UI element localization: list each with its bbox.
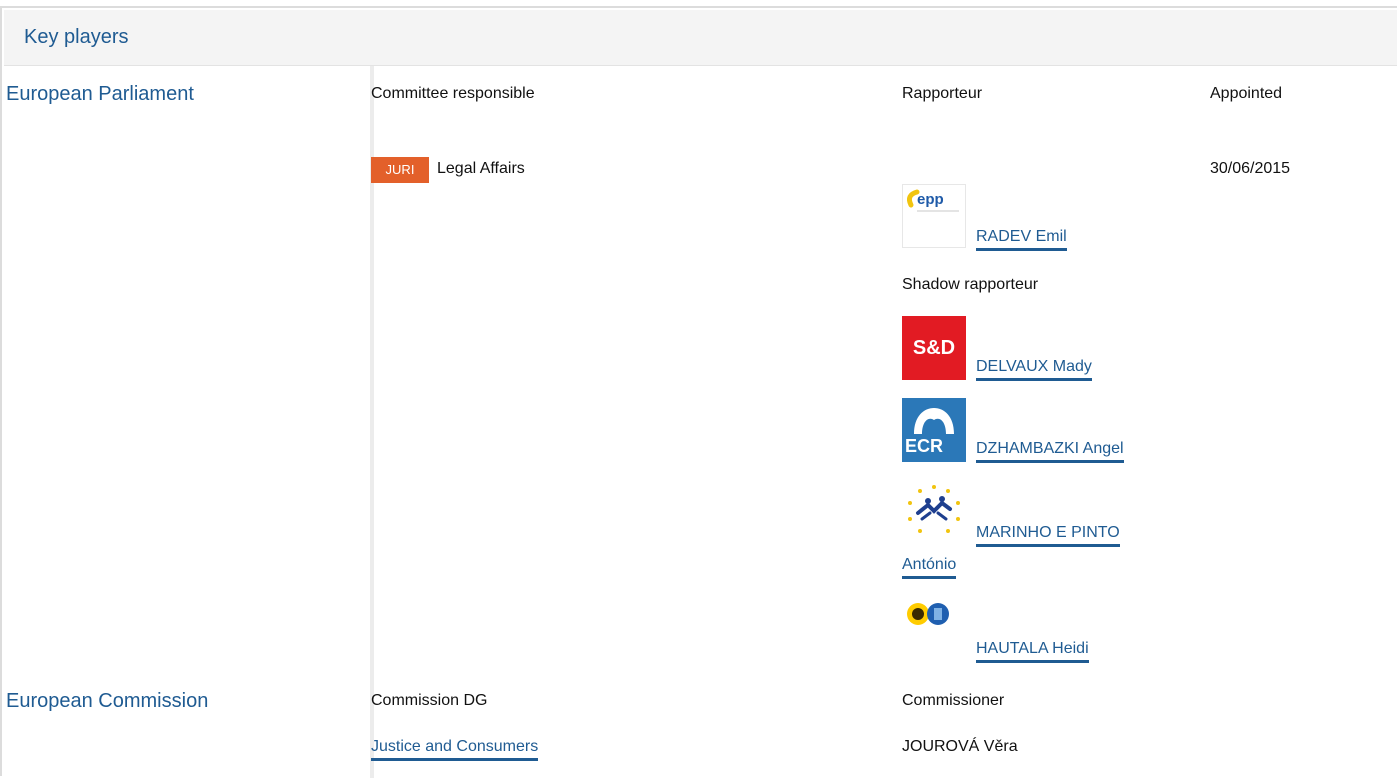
section-header: Key players — [4, 10, 1397, 66]
shadow-rapporteur-link-marinho-line1[interactable]: MARINHO E PINTO — [976, 524, 1120, 547]
header-commission-dg: Commission DG — [371, 692, 488, 709]
institution-european-parliament: European Parliament — [6, 83, 194, 105]
committee-name: Legal Affairs — [437, 160, 525, 177]
shadow-rapporteur-link-dzhambazki[interactable]: DZHAMBAZKI Angel — [976, 440, 1124, 463]
section-title: Key players — [24, 26, 129, 48]
institution-european-commission: European Commission — [6, 690, 209, 712]
shadow-rapporteur-link-hautala[interactable]: HAUTALA Heidi — [976, 640, 1089, 663]
s-and-d-logo-text: S&D — [912, 337, 956, 359]
svg-text:epp: epp — [917, 191, 944, 208]
shadow-rapporteur-link-delvaux[interactable]: DELVAUX Mady — [976, 358, 1092, 381]
header-commissioner: Commissioner — [902, 692, 1005, 709]
rapporteur-link[interactable]: RADEV Emil — [976, 228, 1067, 251]
s-and-d-logo-icon: S&D — [902, 316, 966, 380]
shadow-rapporteur-label: Shadow rapporteur — [902, 276, 1039, 293]
shadow-rapporteur-link-marinho-line2[interactable]: António — [902, 556, 957, 579]
committee-badge: JURI — [371, 157, 429, 183]
epp-logo-icon: epp — [902, 184, 966, 248]
ecr-logo-text: ECR — [905, 436, 944, 456]
ecr-logo-icon: ECR — [902, 398, 966, 462]
alde-logo-icon — [902, 479, 966, 543]
greens-efa-logo-icon — [902, 596, 966, 660]
appointed-date: 30/06/2015 — [1210, 160, 1291, 177]
commissioner-name: JOUROVÁ Věra — [902, 738, 1018, 755]
institution-column — [4, 66, 372, 778]
header-committee-responsible: Committee responsible — [371, 85, 535, 102]
header-appointed: Appointed — [1210, 85, 1283, 102]
commission-dg-link[interactable]: Justice and Consumers — [371, 738, 539, 761]
header-rapporteur: Rapporteur — [902, 85, 983, 102]
key-players-panel: Key players — [0, 6, 1397, 778]
